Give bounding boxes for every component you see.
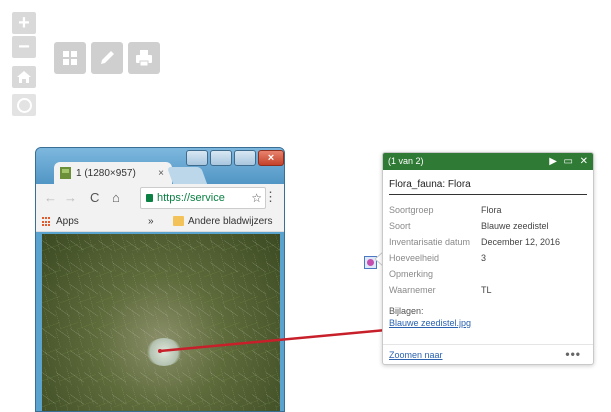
print-button[interactable] — [128, 42, 160, 74]
zoom-out-button[interactable]: − — [12, 36, 36, 58]
attribute-table: Soortgroep Flora Soort Blauwe zeedistel In… — [389, 202, 560, 298]
browser-window: 1 (1280×957) × × ← → C ⌂ https://service… — [35, 147, 285, 412]
popup-counter: (1 van 2) — [388, 156, 424, 166]
more-options-icon[interactable]: ••• — [565, 347, 581, 361]
forward-arrow-icon[interactable]: → — [64, 190, 77, 205]
attachments-label: Bijlagen: — [389, 306, 424, 316]
locate-button[interactable] — [12, 94, 36, 116]
tab-title: 1 (1280×957) — [76, 168, 136, 179]
window-maximize-button[interactable] — [234, 150, 256, 166]
home-icon — [17, 71, 31, 83]
new-tab-button[interactable] — [166, 167, 208, 184]
table-row: Opmerking — [389, 269, 434, 279]
popup-header: (1 van 2) ▶ ▭ ✕ — [383, 153, 593, 170]
lock-icon — [146, 194, 153, 202]
bookmarks-bar: Apps » Andere bladwijzers — [36, 212, 284, 232]
address-bar[interactable]: https://service ☆ — [140, 187, 266, 209]
browser-tab[interactable]: 1 (1280×957) × — [54, 162, 172, 185]
address-text: https://service — [157, 192, 225, 204]
apps-grid-icon[interactable] — [42, 217, 52, 227]
folder-icon — [173, 216, 184, 226]
browser-titlebar: 1 (1280×957) × × — [36, 148, 284, 185]
tab-close-icon[interactable]: × — [158, 162, 164, 185]
attachment-photo — [42, 234, 280, 411]
close-icon[interactable]: ✕ — [580, 153, 588, 170]
table-row: Waarnemer TL — [389, 285, 492, 295]
menu-kebab-icon[interactable]: ⋮ — [264, 189, 277, 205]
basemap-gallery-icon — [63, 51, 77, 65]
back-arrow-icon[interactable]: ← — [44, 190, 57, 205]
table-row: Soortgroep Flora — [389, 205, 502, 215]
table-row: Inventarisatie datum December 12, 2016 — [389, 237, 561, 247]
bookmark-overflow[interactable]: » — [148, 216, 154, 227]
bookmark-apps[interactable]: Apps — [56, 216, 79, 227]
bookmark-other[interactable]: Andere bladwijzers — [188, 216, 273, 227]
zoom-to-link[interactable]: Zoomen naar — [389, 350, 443, 360]
attachment-link[interactable]: Blauwe zeedistel.jpg — [389, 318, 587, 328]
home-page-icon[interactable]: ⌂ — [112, 190, 120, 205]
feature-popup: (1 van 2) ▶ ▭ ✕ Flora_fauna: Flora Soort… — [382, 152, 594, 365]
reload-icon[interactable]: C — [90, 190, 99, 205]
image-favicon-icon — [60, 167, 71, 179]
window-minimize-button[interactable] — [210, 150, 232, 166]
browser-toolbar: ← → C ⌂ https://service ☆ ⋮ — [36, 184, 284, 212]
basemap-gallery-button[interactable] — [54, 42, 86, 74]
popup-title: Flora_fauna: Flora — [389, 170, 587, 195]
table-row: Hoeveelheid 3 — [389, 253, 487, 263]
thistle-plant — [146, 338, 182, 366]
table-row: Soort Blauwe zeedistel — [389, 221, 549, 231]
zoom-in-button[interactable]: + — [12, 12, 36, 34]
print-icon — [136, 50, 152, 67]
next-feature-icon[interactable]: ▶ — [549, 153, 557, 170]
maximize-icon[interactable]: ▭ — [564, 153, 573, 170]
window-restore-button[interactable] — [186, 150, 208, 166]
star-icon[interactable]: ☆ — [251, 188, 262, 208]
draw-button[interactable] — [91, 42, 123, 74]
home-button[interactable] — [12, 66, 36, 88]
window-close-button[interactable]: × — [258, 150, 284, 166]
popup-footer: Zoomen naar ••• — [383, 344, 593, 364]
pencil-icon — [101, 51, 114, 64]
